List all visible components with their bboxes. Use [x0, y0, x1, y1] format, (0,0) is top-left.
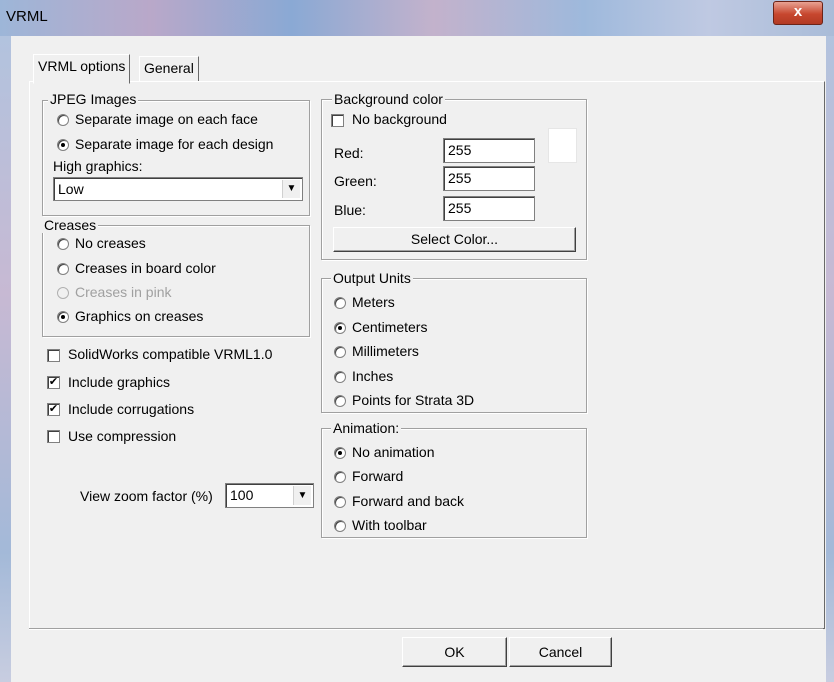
radio-forward[interactable] [334, 471, 346, 483]
cancel-button[interactable]: Cancel [509, 637, 612, 667]
jpeg-images-title: JPEG Images [48, 91, 139, 107]
radio-forward-and-back[interactable] [334, 496, 346, 508]
high-graphics-label: High graphics: [53, 158, 143, 174]
radio-label-with-toolbar[interactable]: With toolbar [352, 517, 427, 533]
radio-label-creases-board-color[interactable]: Creases in board color [75, 260, 216, 276]
green-label: Green: [334, 173, 377, 189]
background-color-title: Background color [332, 91, 445, 107]
radio-label-forward-and-back[interactable]: Forward and back [352, 493, 464, 509]
checkbox-label-solidworks-vrml[interactable]: SolidWorks compatible VRML1.0 [68, 346, 272, 362]
radio-label-separate-each-design[interactable]: Separate image for each design [75, 136, 273, 152]
window-frame-right [826, 36, 834, 682]
radio-inches[interactable] [334, 371, 346, 383]
green-input[interactable]: 255 [443, 166, 535, 191]
radio-label-meters[interactable]: Meters [352, 294, 395, 310]
radio-label-millimeters[interactable]: Millimeters [352, 343, 419, 359]
blue-input[interactable]: 255 [443, 196, 535, 221]
checkmark-icon: ✔ [48, 376, 59, 388]
zoom-label: View zoom factor (%) [80, 488, 213, 504]
tab-vrml-options[interactable]: VRML options [33, 54, 131, 84]
checkbox-label-use-compression[interactable]: Use compression [68, 428, 176, 444]
color-swatch [548, 128, 577, 163]
radio-no-creases[interactable] [57, 238, 69, 250]
radio-separate-each-face[interactable] [57, 114, 69, 126]
radio-graphics-on-creases[interactable] [57, 311, 69, 323]
radio-label-graphics-on-creases[interactable]: Graphics on creases [75, 308, 203, 324]
checkbox-label-include-corrugations[interactable]: Include corrugations [68, 401, 194, 417]
radio-centimeters[interactable] [334, 322, 346, 334]
radio-label-no-creases[interactable]: No creases [75, 235, 146, 251]
radio-label-inches[interactable]: Inches [352, 368, 393, 384]
checkbox-label-no-background[interactable]: No background [352, 111, 447, 127]
radio-creases-board-color[interactable] [57, 263, 69, 275]
window-title: VRML [6, 8, 48, 25]
radio-label-centimeters[interactable]: Centimeters [352, 319, 427, 335]
red-label: Red: [334, 145, 364, 161]
close-button[interactable]: x [773, 1, 823, 25]
chevron-down-icon[interactable]: ▼ [293, 486, 311, 505]
creases-title: Creases [42, 217, 99, 233]
radio-label-points-strata[interactable]: Points for Strata 3D [352, 392, 474, 408]
radio-creases-pink [57, 287, 69, 299]
blue-label: Blue: [334, 202, 366, 218]
high-graphics-value: Low [58, 181, 84, 197]
radio-separate-each-design[interactable] [57, 139, 69, 151]
radio-label-no-animation[interactable]: No animation [352, 444, 435, 460]
chevron-down-icon[interactable]: ▼ [282, 180, 300, 198]
checkbox-use-compression[interactable] [47, 430, 60, 443]
output-units-title: Output Units [331, 270, 413, 286]
title-bar[interactable] [0, 0, 834, 37]
select-color-button[interactable]: Select Color... [333, 227, 576, 252]
checkbox-no-background[interactable] [331, 114, 344, 127]
animation-title: Animation: [331, 420, 402, 436]
checkmark-icon: ✔ [48, 403, 59, 415]
radio-no-animation[interactable] [334, 447, 346, 459]
radio-with-toolbar[interactable] [334, 520, 346, 532]
window-frame-left [0, 36, 11, 682]
tab-general[interactable]: General [139, 56, 199, 81]
checkbox-include-corrugations[interactable]: ✔ [47, 403, 60, 416]
checkbox-include-graphics[interactable]: ✔ [47, 376, 60, 389]
radio-label-separate-each-face[interactable]: Separate image on each face [75, 111, 258, 127]
radio-label-forward[interactable]: Forward [352, 468, 403, 484]
zoom-select[interactable]: 100 ▼ [225, 483, 314, 508]
close-icon: x [793, 3, 803, 20]
radio-points-strata[interactable] [334, 395, 346, 407]
high-graphics-select[interactable]: Low ▼ [53, 177, 303, 201]
footer-separator [29, 628, 823, 630]
checkbox-label-include-graphics[interactable]: Include graphics [68, 374, 170, 390]
checkbox-solidworks-vrml[interactable] [47, 349, 60, 362]
radio-millimeters[interactable] [334, 346, 346, 358]
radio-meters[interactable] [334, 297, 346, 309]
zoom-value: 100 [230, 487, 254, 503]
red-input[interactable]: 255 [443, 138, 535, 163]
radio-label-creases-pink: Creases in pink [75, 284, 172, 300]
ok-button[interactable]: OK [402, 637, 507, 667]
